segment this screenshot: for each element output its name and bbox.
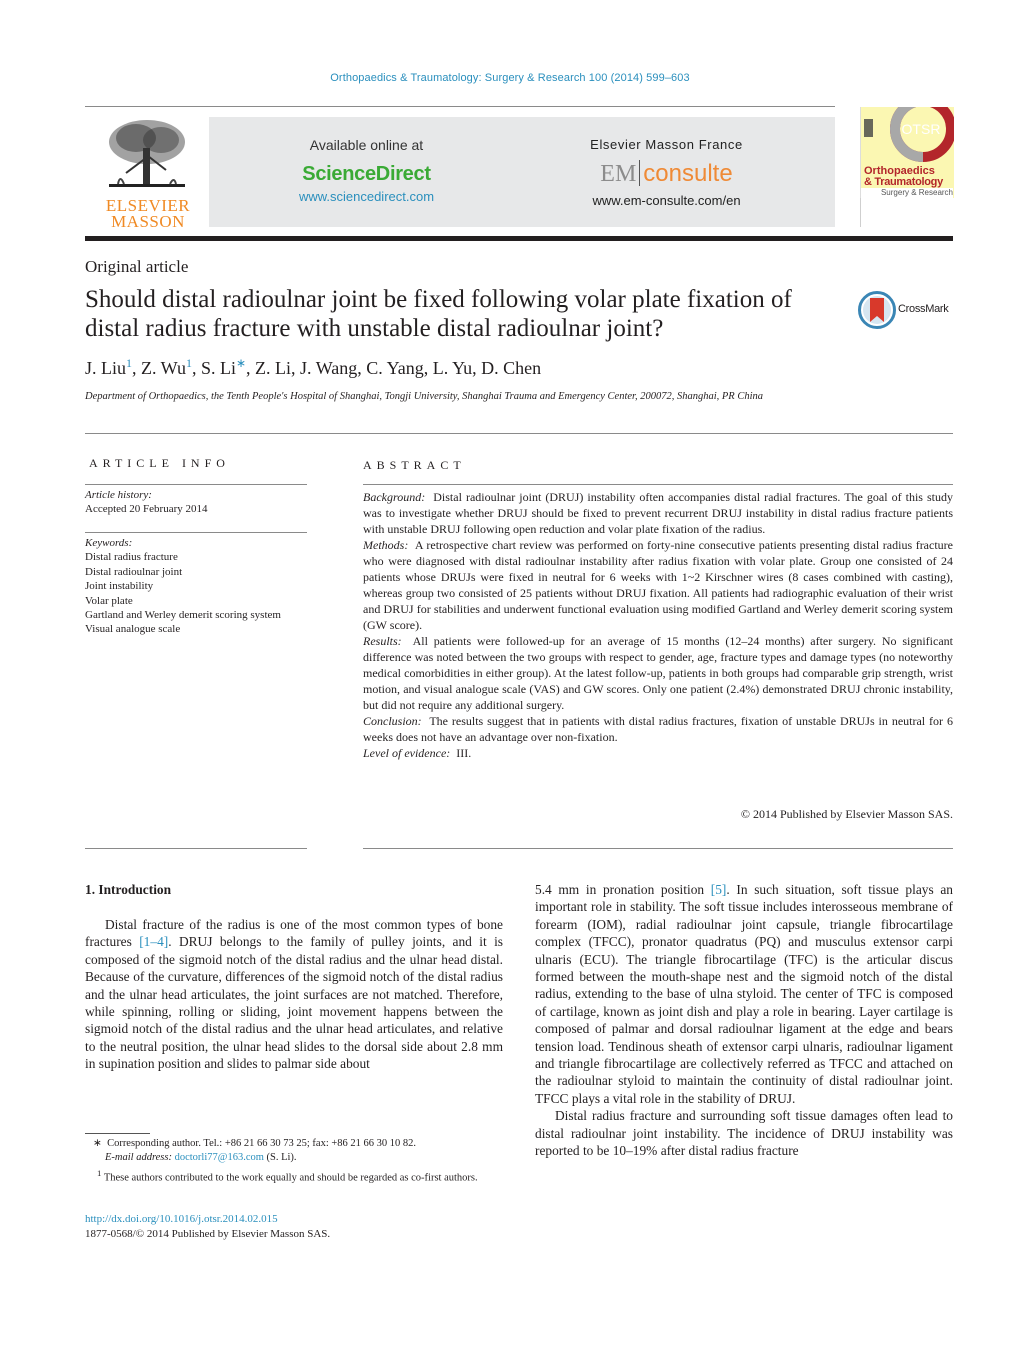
cover-title-line2: & Traumatology [864,176,943,188]
article-history: Article history: Accepted 20 February 20… [85,488,307,517]
article-info-heading: ARTICLE INFO [89,456,230,470]
doi-block: http://dx.doi.org/10.1016/j.otsr.2014.02… [85,1212,330,1242]
em-logo-right: consulte [643,160,733,187]
abstract-copyright: © 2014 Published by Elsevier Masson SAS. [740,807,953,821]
body-paragraph: 5.4 mm in pronation position [5]. In suc… [535,882,953,1106]
journal-cover-thumbnail[interactable]: OTSR Orthopaedics & Traumatology Surgery… [860,107,954,198]
abstract-background: Background: Distal radioulnar joint (DRU… [363,490,953,536]
corresponding-author-mark[interactable]: ∗ [236,356,246,370]
issn-copyright: 1877-0568/© 2014 Published by Elsevier M… [85,1228,331,1240]
citation-link[interactable]: [1–4] [139,934,168,949]
abstract-body: Background: Distal radioulnar joint (DRU… [363,489,953,761]
keyword[interactable]: Gartland and Werley demerit scoring syst… [85,608,307,622]
header-divider [85,106,835,107]
sciencedirect-block: Available online at ScienceDirect www.sc… [259,117,474,204]
em-consulte-block: Elsevier Masson France EM consulte www.em… [564,117,769,208]
article-info-divider [85,484,307,485]
abstract-results: Results: All patients were followed-up f… [363,634,953,712]
masson-wordmark: MASSON [111,212,185,231]
author-footnote-mark[interactable]: 1 [186,356,192,370]
footnotes: ∗ Corresponding author. Tel.: +86 21 66 … [85,1137,503,1186]
keyword[interactable]: Visual analogue scale [85,622,307,636]
right-column-divider [363,848,953,849]
em-consulte-link[interactable]: www.em-consulte.com/en [564,193,769,208]
co-first-author-note: 1 These authors contributed to the work … [97,1167,478,1184]
body-left-column: Distal fracture of the radius is one of … [85,916,503,1073]
em-logo-divider [639,160,641,186]
citation-link[interactable]: [5] [711,882,727,897]
header-thick-divider [85,236,953,241]
keywords-block: Keywords: Distal radius fracture Distal … [85,536,307,637]
available-online-label: Available online at [309,137,424,153]
em-logo-left: EM [600,161,637,187]
body-paragraph: Distal radius fracture and surrounding s… [535,1108,953,1159]
abstract-divider [363,484,953,485]
keywords-divider [85,532,307,533]
elsevier-tree-icon [109,120,185,187]
abstract-methods: Methods: A retrospective chart review wa… [363,538,953,632]
sciencedirect-link[interactable]: www.sciencedirect.com [259,189,474,204]
author[interactable]: S. Li∗ [201,356,246,378]
otsr-badge-text: OTSR [902,121,941,137]
crossmark-button[interactable]: CrossMark [858,290,958,330]
affiliation: Department of Orthopaedics, the Tenth Pe… [85,391,764,402]
abstract-conclusion: Conclusion: The results suggest that in … [363,714,953,744]
author-footnote-mark[interactable]: 1 [126,356,132,370]
author[interactable]: Z. Wu1 [141,356,192,378]
author-list: J. Liu1, Z. Wu1, S. Li∗, Z. Li, J. Wang,… [85,356,542,378]
publisher-banner: Available online at ScienceDirect www.sc… [209,117,835,227]
email-link[interactable]: doctorli77@163.com [175,1152,264,1163]
article-history-label: Article history: [85,489,152,501]
keyword[interactable]: Joint instability [85,579,307,593]
email-note: E-mail address: doctorli77@163.com (S. L… [105,1152,297,1164]
abstract-heading: ABSTRACT [363,458,466,472]
author[interactable]: Z. Li [255,358,291,378]
keyword[interactable]: Distal radius fracture [85,550,307,564]
elsevier-masson-logo[interactable]: ELSEVIER MASSON [100,116,196,230]
keyword[interactable]: Distal radioulnar joint [85,565,307,579]
author[interactable]: C. Yang [366,358,424,378]
footnote-divider [85,1133,150,1134]
article-title: Should distal radioulnar joint be fixed … [85,286,792,342]
em-consulte-logo[interactable]: EM consulte [564,160,769,187]
keyword[interactable]: Volar plate [85,594,307,608]
sciencedirect-logo[interactable]: ScienceDirect [259,163,474,186]
author[interactable]: J. Wang [300,358,357,378]
accepted-date: Accepted 20 February 2014 [85,503,208,516]
corresponding-author-note: ∗ Corresponding author. Tel.: +86 21 66 … [93,1138,417,1149]
article-type: Original article [85,257,189,276]
crossmark-icon [858,291,896,329]
journal-reference-link[interactable]: Orthopaedics & Traumatology: Surgery & R… [0,72,1020,84]
crossmark-label: CrossMark [898,303,949,315]
doi-link[interactable]: http://dx.doi.org/10.1016/j.otsr.2014.02… [85,1213,278,1225]
left-column-divider [85,848,307,849]
abstract-level-of-evidence: Level of evidence: III. [363,746,472,760]
author[interactable]: J. Liu1 [85,356,132,378]
cover-subtitle: Surgery & Research [861,188,953,198]
keywords-label: Keywords: [85,537,133,549]
title-divider [85,433,953,434]
body-right-column: 5.4 mm in pronation position [5]. In suc… [535,881,953,1160]
em-publisher-label: Elsevier Masson France [590,137,743,152]
body-paragraph: Distal fracture of the radius is one of … [85,917,504,1072]
author[interactable]: D. Chen [481,358,541,378]
section-heading-introduction: 1. Introduction [85,882,172,897]
author[interactable]: L. Yu [433,358,472,378]
